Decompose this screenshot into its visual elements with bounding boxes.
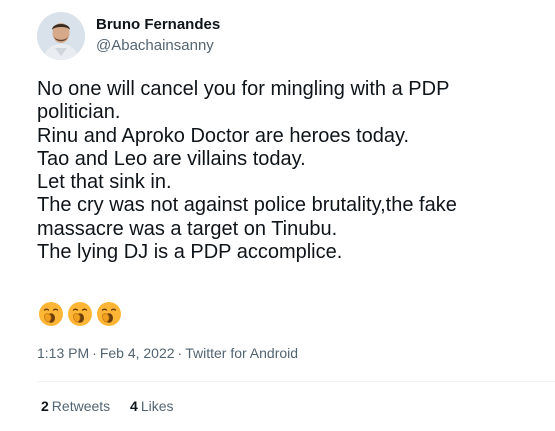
tweet-line: massacre was a target on Tinubu. <box>37 217 338 240</box>
likes-count: 4 <box>130 398 138 414</box>
avatar[interactable] <box>37 12 85 60</box>
meta-separator: · <box>92 345 97 361</box>
retweets-stat[interactable]: 2 Retweets <box>41 398 110 414</box>
emoji-row <box>38 301 122 327</box>
tweet-card: Bruno Fernandes @Abachainsanny No one wi… <box>0 0 555 431</box>
retweets-count: 2 <box>41 398 49 414</box>
tweet-line: The lying DJ is a PDP accomplice. <box>37 241 343 264</box>
tweet-source[interactable]: Twitter for Android <box>185 345 298 361</box>
tweet-line: The cry was not against police brutality… <box>37 194 457 217</box>
meta-separator: · <box>177 345 183 361</box>
tweet-text: No one will cancel you for mingling with… <box>37 78 542 264</box>
tweet-meta: 1:13 PM · Feb 4, 2022 · Twitter for Android <box>37 345 298 361</box>
author-handle[interactable]: @Abachainsanny <box>96 37 214 54</box>
tweet-line: Tao and Leo are villains today. <box>37 147 306 170</box>
tweet-line: No one will cancel you for mingling with… <box>37 78 450 100</box>
tweet-line: politician. <box>37 101 121 124</box>
tweet-date[interactable]: Feb 4, 2022 <box>100 345 175 361</box>
yawning-face-icon <box>68 302 92 326</box>
tweet-time[interactable]: 1:13 PM <box>37 345 89 361</box>
tweet-line: Let that sink in. <box>37 171 172 194</box>
likes-stat[interactable]: 4 Likes <box>130 398 173 414</box>
tweet-stats: 2 Retweets 4 Likes <box>41 398 190 414</box>
retweets-label: Retweets <box>51 398 111 414</box>
tweet-line: Rinu and Aproko Doctor are heroes today. <box>37 124 410 147</box>
yawning-face-icon <box>39 302 63 326</box>
profile-avatar-icon <box>37 12 85 60</box>
likes-label: Likes <box>140 398 174 414</box>
yawning-face-icon <box>97 302 121 326</box>
author-display-name[interactable]: Bruno Fernandes <box>96 16 220 33</box>
divider <box>37 381 555 382</box>
